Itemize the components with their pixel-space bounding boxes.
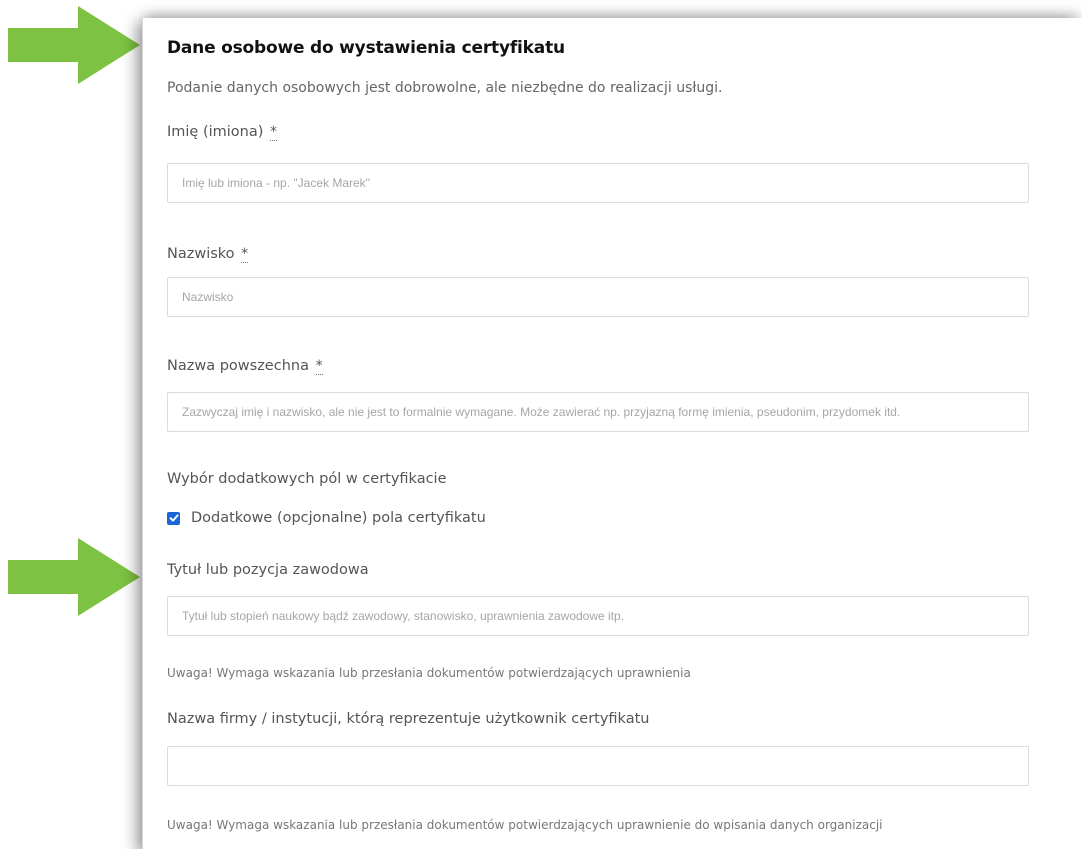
common-name-label: Nazwa powszechna *: [167, 358, 323, 375]
form-intro: Podanie danych osobowych jest dobrowolne…: [167, 80, 723, 96]
required-marker: *: [270, 124, 278, 141]
required-marker: *: [241, 246, 249, 263]
right-arrow-icon: [8, 538, 140, 616]
organization-input[interactable]: [167, 746, 1029, 786]
extra-fields-checkbox[interactable]: [167, 511, 180, 525]
organization-label: Nazwa firmy / instytucji, którą reprezen…: [167, 711, 650, 727]
checkmark-icon: [169, 514, 179, 522]
arrow-shape-bottom: [8, 538, 140, 616]
first-name-input[interactable]: [167, 163, 1029, 203]
common-name-input[interactable]: [167, 392, 1029, 432]
screenshot-stage: Dane osobowe do wystawienia certyfikatu …: [0, 0, 1082, 849]
form-title: Dane osobowe do wystawienia certyfikatu: [167, 38, 565, 58]
first-name-label-text: Imię (imiona): [167, 124, 264, 140]
right-arrow-icon: [8, 6, 140, 84]
first-name-label: Imię (imiona) *: [167, 124, 278, 141]
arrow-shape-top: [8, 6, 140, 84]
last-name-input[interactable]: [167, 277, 1029, 317]
required-marker: *: [315, 358, 323, 375]
organization-note: Uwaga! Wymaga wskazania lub przesłania d…: [167, 818, 883, 832]
extra-fields-checkbox-row[interactable]: Dodatkowe (opcjonalne) pola certyfikatu: [167, 510, 486, 526]
extra-fields-heading: Wybór dodatkowych pól w certyfikacie: [167, 471, 447, 487]
extra-fields-checkbox-label: Dodatkowe (opcjonalne) pola certyfikatu: [191, 510, 486, 526]
title-note: Uwaga! Wymaga wskazania lub przesłania d…: [167, 666, 691, 680]
title-label: Tytuł lub pozycja zawodowa: [167, 562, 369, 578]
certificate-form-panel: Dane osobowe do wystawienia certyfikatu …: [142, 18, 1082, 849]
common-name-label-text: Nazwa powszechna: [167, 358, 309, 374]
title-input[interactable]: [167, 596, 1029, 636]
last-name-label-text: Nazwisko: [167, 246, 235, 262]
last-name-label: Nazwisko *: [167, 246, 249, 263]
